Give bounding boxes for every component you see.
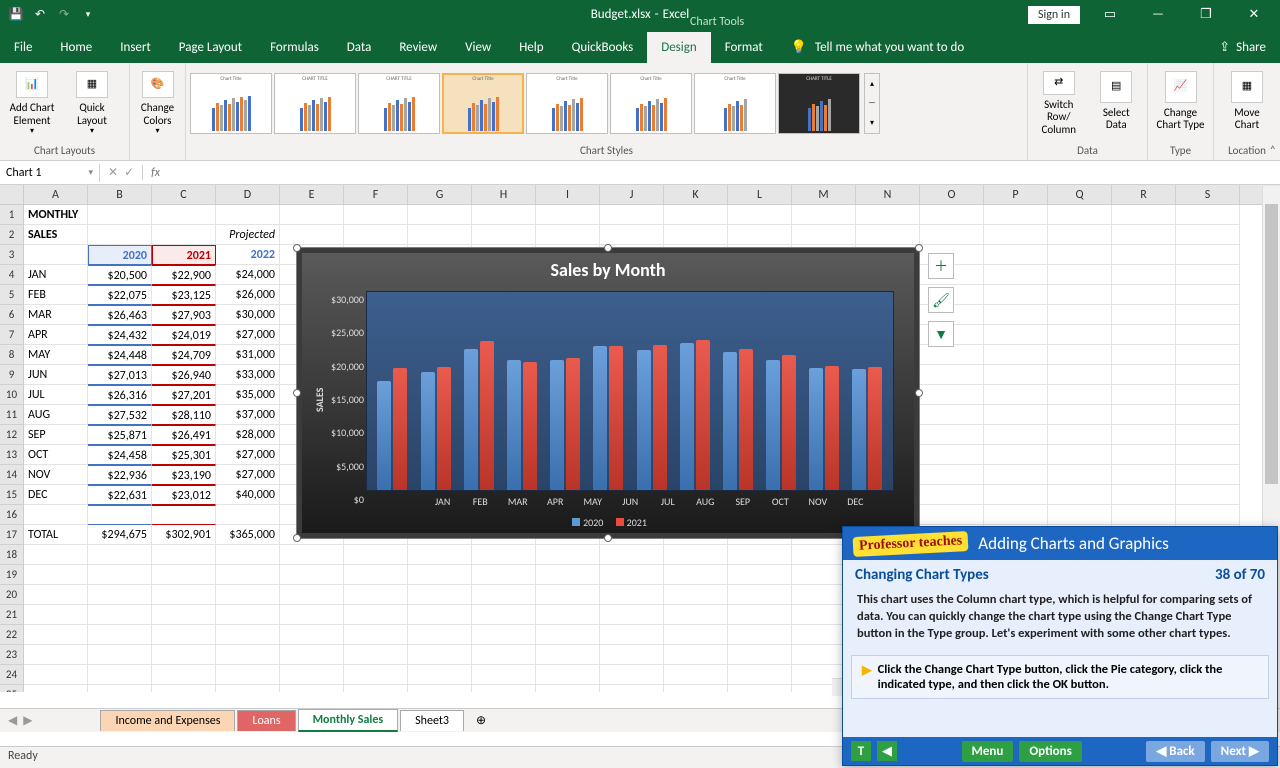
select-data-button[interactable]: ▤Select Data xyxy=(1090,69,1144,139)
tutorial-menu-button[interactable]: Menu xyxy=(962,741,1014,762)
fx-icon[interactable]: fx xyxy=(143,166,168,180)
chart-filters-icon[interactable]: ▼ xyxy=(928,321,954,347)
chart-style-7[interactable]: Chart Title xyxy=(694,73,776,134)
tutorial-text-icon[interactable]: T xyxy=(851,741,871,761)
embedded-chart[interactable]: Sales by Month SALES $0$5,000$10,000$15,… xyxy=(296,247,920,539)
chart-style-3[interactable]: CHART TITLE xyxy=(358,73,440,134)
share-icon: ⇪ xyxy=(1219,40,1230,55)
enter-formula-icon[interactable]: ✓ xyxy=(124,165,134,180)
change-colors-button[interactable]: 🎨Change Colors▾ xyxy=(134,69,181,139)
ribbon-display-icon[interactable]: ▭ xyxy=(1092,0,1128,29)
save-icon[interactable]: 💾 xyxy=(8,7,24,23)
chart-style-4[interactable]: Chart Title xyxy=(442,73,524,134)
name-box[interactable]: Chart 1▾ xyxy=(0,164,100,182)
chart-legend[interactable]: 2020 2021 xyxy=(302,512,914,533)
chart-styles-gallery[interactable]: Chart Title CHART TITLE CHART TITLE Char… xyxy=(190,73,860,134)
maximize-icon[interactable]: ❐ xyxy=(1188,0,1224,29)
title-bar: 💾 ↶ ↷ ▾ Budget.xlsx-Excel Chart Tools Si… xyxy=(0,0,1280,29)
formula-bar: Chart 1▾ ✕ ✓ fx xyxy=(0,161,1280,185)
redo-icon[interactable]: ↷ xyxy=(56,7,72,23)
tell-me-search[interactable]: 💡 Tell me what you want to do xyxy=(777,32,979,63)
chart-styles-icon[interactable]: 🖌 xyxy=(928,287,954,313)
tab-quickbooks[interactable]: QuickBooks xyxy=(558,32,648,63)
chart-styles-label: Chart Styles xyxy=(186,144,1027,160)
chart-style-8[interactable]: CHART TITLE xyxy=(778,73,860,134)
tutorial-body: This chart uses the Column chart type, w… xyxy=(843,590,1277,651)
contextual-tab-label: Chart Tools xyxy=(690,0,744,29)
tab-review[interactable]: Review xyxy=(385,32,451,63)
new-sheet-icon[interactable]: ⊕ xyxy=(466,710,496,731)
tab-format[interactable]: Format xyxy=(711,32,777,63)
data-group-label: Data xyxy=(1028,144,1147,160)
ribbon: 📊Add Chart Element▾ ▦Quick Layout▾ Chart… xyxy=(0,63,1280,161)
tutorial-action: ▶ Click the Change Chart Type button, cl… xyxy=(851,655,1269,699)
tutorial-progress: 38 of 70 xyxy=(1215,566,1265,584)
tab-design[interactable]: Design xyxy=(647,32,710,63)
type-group-label: Type xyxy=(1148,144,1213,160)
chart-layouts-label: Chart Layouts xyxy=(0,144,129,160)
add-chart-element-button[interactable]: 📊Add Chart Element▾ xyxy=(4,69,60,139)
sheet-nav-prev-icon[interactable]: ◀ xyxy=(8,713,17,728)
styles-more-icon[interactable]: ▴—▾ xyxy=(864,73,880,134)
lightbulb-icon: 💡 xyxy=(791,40,807,55)
move-chart-button[interactable]: ▦Move Chart xyxy=(1218,69,1276,139)
tutorial-next-button[interactable]: Next ▶ xyxy=(1211,741,1269,762)
tutorial-collapse-icon[interactable]: ◀ xyxy=(877,741,897,761)
window-title: Budget.xlsx-Excel xyxy=(591,7,690,22)
chart-style-6[interactable]: Chart Title xyxy=(610,73,692,134)
chart-plot-area[interactable] xyxy=(366,291,894,491)
chart-elements-icon[interactable]: ＋ xyxy=(928,253,954,279)
professor-teaches-logo: Professor teaches xyxy=(853,530,969,556)
minimize-icon[interactable]: — xyxy=(1140,0,1176,29)
share-button[interactable]: ⇪ Share xyxy=(1205,32,1280,63)
tab-file[interactable]: File xyxy=(0,32,46,63)
tab-insert[interactable]: Insert xyxy=(106,32,165,63)
select-all-corner[interactable] xyxy=(0,185,24,204)
tab-help[interactable]: Help xyxy=(505,32,557,63)
tab-data[interactable]: Data xyxy=(333,32,386,63)
chart-style-5[interactable]: Chart Title xyxy=(526,73,608,134)
tutorial-back-button[interactable]: ◀ Back xyxy=(1146,741,1204,762)
y-axis-label: SALES xyxy=(310,291,329,508)
sheet-tab-monthly-sales[interactable]: Monthly Sales xyxy=(298,709,399,732)
play-icon: ▶ xyxy=(862,662,872,692)
chevron-down-icon[interactable]: ▾ xyxy=(88,167,93,178)
tab-page-layout[interactable]: Page Layout xyxy=(165,32,256,63)
sheet-tab-sheet3[interactable]: Sheet3 xyxy=(400,710,464,731)
ribbon-tabs: File Home Insert Page Layout Formulas Da… xyxy=(0,29,1280,63)
tutorial-options-button[interactable]: Options xyxy=(1019,741,1081,762)
sheet-tab-income[interactable]: Income and Expenses xyxy=(100,710,235,731)
collapse-ribbon-icon[interactable]: ˄ xyxy=(1270,144,1276,158)
tab-formulas[interactable]: Formulas xyxy=(256,32,333,63)
chart-style-2[interactable]: CHART TITLE xyxy=(274,73,356,134)
switch-row-column-button[interactable]: ⇄Switch Row/ Column xyxy=(1032,69,1086,139)
column-headers[interactable]: ABCD EFGH IJKL MNOP QRS xyxy=(0,185,1280,205)
tutorial-title: Adding Charts and Graphics xyxy=(978,533,1169,554)
sheet-tab-loans[interactable]: Loans xyxy=(237,710,295,731)
undo-icon[interactable]: ↶ xyxy=(32,7,48,23)
status-text: Ready xyxy=(8,749,38,763)
tab-view[interactable]: View xyxy=(451,32,505,63)
sign-in-button[interactable]: Sign in xyxy=(1028,6,1080,24)
chart-title[interactable]: Sales by Month xyxy=(302,253,914,287)
chart-style-1[interactable]: Chart Title xyxy=(190,73,272,134)
formula-input[interactable] xyxy=(168,161,1280,184)
tutorial-header: Professor teaches Adding Charts and Grap… xyxy=(843,527,1277,560)
change-chart-type-button[interactable]: 📈Change Chart Type xyxy=(1152,69,1209,139)
tab-home[interactable]: Home xyxy=(46,32,106,63)
quick-layout-button[interactable]: ▦Quick Layout▾ xyxy=(64,69,120,139)
cancel-formula-icon[interactable]: ✕ xyxy=(108,165,118,180)
quick-access-toolbar: 💾 ↶ ↷ ▾ xyxy=(0,7,96,23)
y-axis-ticks: $0$5,000$10,000$15,000$20,000$25,000$30,… xyxy=(329,291,366,508)
tutorial-panel: Professor teaches Adding Charts and Grap… xyxy=(842,526,1278,766)
close-icon[interactable]: ✕ xyxy=(1236,0,1272,29)
tutorial-subtitle: Changing Chart Types xyxy=(855,566,989,584)
x-axis-ticks: JANFEBMARAPRMAYJUNJULAUGSEPOCTNOVDEC xyxy=(366,491,894,508)
qat-dropdown-icon[interactable]: ▾ xyxy=(80,7,96,23)
sheet-nav-next-icon[interactable]: ▶ xyxy=(23,713,32,728)
